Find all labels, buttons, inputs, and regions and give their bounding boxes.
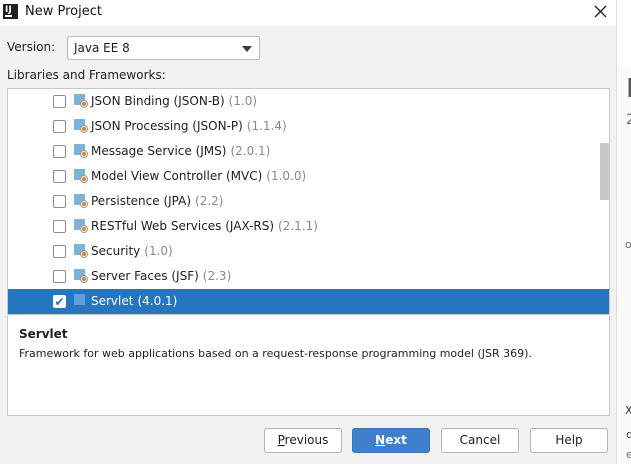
framework-name: Model View Controller (MVC) xyxy=(91,169,263,183)
framework-name: Message Service (JMS) xyxy=(91,144,227,158)
bg-text-fragment: 2 xyxy=(626,112,631,128)
framework-row[interactable]: JSON Processing (JSON-P) (1.1.4) xyxy=(8,114,609,139)
close-button[interactable] xyxy=(589,2,611,22)
window-title: New Project xyxy=(25,4,102,19)
cancel-button[interactable]: Cancel xyxy=(441,428,519,453)
framework-name: Servlet xyxy=(91,294,134,308)
next-button[interactable]: Next xyxy=(352,428,430,453)
framework-version: (2.0.1) xyxy=(230,144,271,158)
framework-icon xyxy=(74,244,88,258)
previous-button[interactable]: Previous xyxy=(264,428,342,453)
version-label: Version: xyxy=(7,40,56,54)
framework-version: (1.0.0) xyxy=(266,169,307,183)
framework-row[interactable]: Model View Controller (MVC) (1.0.0) xyxy=(8,164,609,189)
version-value: Java EE 8 xyxy=(74,41,130,55)
framework-icon xyxy=(74,119,88,133)
framework-row[interactable]: ✔ Servlet (4.0.1) xyxy=(8,289,609,314)
framework-checkbox[interactable] xyxy=(53,170,66,183)
close-icon xyxy=(594,5,606,18)
bg-text-fragment: d xyxy=(626,428,631,441)
checkmark-icon: ✔ xyxy=(54,295,65,309)
framework-icon xyxy=(74,144,88,158)
framework-row[interactable]: Persistence (JPA) (2.2) xyxy=(8,189,609,214)
scrollbar-thumb[interactable] xyxy=(600,143,609,200)
framework-row[interactable]: Server Faces (JSF) (2.3) xyxy=(8,264,609,289)
framework-version: (4.0.1) xyxy=(137,294,178,308)
framework-version: (2.1.1) xyxy=(278,219,318,233)
framework-version: (1.0) xyxy=(228,94,258,108)
framework-version: (2.3) xyxy=(202,269,232,283)
framework-icon xyxy=(74,194,88,208)
description-text: Framework for web applications based on … xyxy=(19,347,532,360)
framework-name: JSON Binding (JSON-B) xyxy=(91,94,225,108)
bg-text-fragment: E xyxy=(626,74,631,104)
framework-checkbox[interactable] xyxy=(53,95,66,108)
framework-checkbox[interactable] xyxy=(53,195,66,208)
framework-name: RESTful Web Services (JAX-RS) xyxy=(91,219,275,233)
title-bar: IJ New Project xyxy=(0,0,616,26)
framework-name: Persistence (JPA) xyxy=(91,194,192,208)
description-panel: Servlet Framework for web applications b… xyxy=(7,316,610,416)
framework-icon xyxy=(74,219,88,233)
framework-row[interactable]: Security (1.0) xyxy=(8,239,609,264)
bg-text-fragment: e xyxy=(626,448,631,461)
framework-version: (1.1.4) xyxy=(246,119,287,133)
framework-version: (1.0) xyxy=(144,244,173,258)
libraries-label: Libraries and Frameworks: xyxy=(7,68,166,82)
framework-checkbox[interactable]: ✔ xyxy=(53,295,66,308)
framework-checkbox[interactable] xyxy=(53,270,66,283)
framework-name: Server Faces (JSF) xyxy=(91,269,199,283)
framework-name: Security xyxy=(91,244,141,258)
framework-checkbox[interactable] xyxy=(53,145,66,158)
framework-row[interactable]: RESTful Web Services (JAX-RS) (2.1.1) xyxy=(8,214,609,239)
bg-text-fragment: X xyxy=(625,404,631,417)
background-window: E 2 or X d e xyxy=(616,0,631,464)
framework-row[interactable]: Message Service (JMS) (2.0.1) xyxy=(8,139,609,164)
framework-icon xyxy=(74,294,88,308)
scrollbar-track[interactable] xyxy=(600,89,609,314)
framework-version: (2.2) xyxy=(195,194,224,208)
framework-row[interactable]: JSON Binding (JSON-B) (1.0) xyxy=(8,89,609,114)
description-title: Servlet xyxy=(19,327,68,341)
framework-icon xyxy=(74,269,88,283)
framework-icon xyxy=(74,94,88,108)
bg-text-fragment: or xyxy=(625,238,631,251)
framework-name: JSON Processing (JSON-P) xyxy=(91,119,243,133)
frameworks-list[interactable]: JSON Binding (JSON-B) (1.0) JSON Processin… xyxy=(7,88,610,315)
help-button[interactable]: Help xyxy=(530,428,608,453)
framework-checkbox[interactable] xyxy=(53,220,66,233)
version-dropdown[interactable]: Java EE 8 xyxy=(67,36,260,60)
chevron-down-icon xyxy=(242,46,252,52)
framework-checkbox[interactable] xyxy=(53,120,66,133)
framework-checkbox[interactable] xyxy=(53,245,66,258)
framework-icon xyxy=(74,169,88,183)
intellij-idea-icon: IJ xyxy=(3,4,18,19)
